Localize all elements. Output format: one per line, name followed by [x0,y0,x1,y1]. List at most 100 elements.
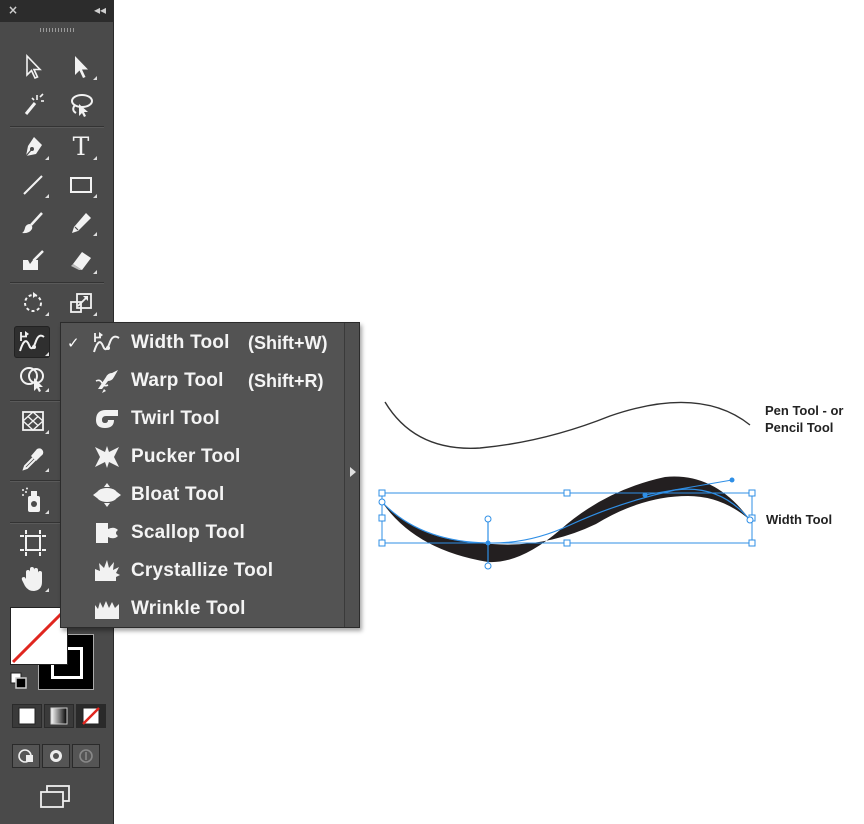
tool-group-corner-icon [45,194,49,198]
menu-item-label: Warp Tool [131,370,224,391]
perspective-grid-tool[interactable] [16,406,50,436]
menu-item-crystallize-tool[interactable]: Crystallize Tool [61,553,346,589]
artwork-canvas [378,401,756,570]
rotate-tool[interactable] [16,288,50,318]
tools-panel-header[interactable]: × ◂◂ [0,0,114,22]
lasso-icon [71,94,93,117]
line-icon [23,175,43,195]
artboard-icon [20,530,46,556]
tool-group-corner-icon [45,312,49,316]
draw-behind-button[interactable] [42,744,70,768]
symbol-sprayer-tool[interactable] [16,486,50,516]
menu-item-label: Scallop Tool [131,522,245,543]
rectangle-tool[interactable] [64,170,98,200]
screen-mode-icon[interactable] [38,784,72,810]
width-tool[interactable] [14,326,50,358]
tool-group-corner-icon [45,588,49,592]
blob-brush-tool[interactable] [16,246,50,276]
menu-item-pucker-tool[interactable]: Pucker Tool [61,439,346,475]
caption-line: Pen Tool - or [765,403,844,418]
rectangle-icon [70,177,92,193]
wrinkle-tool-icon [91,594,123,624]
pen-nib-icon [25,137,42,157]
none-slash-icon [11,608,67,664]
menu-item-twirl-tool[interactable]: Twirl Tool [61,401,346,437]
draw-normal-icon [18,749,33,763]
gradient-mode-button[interactable] [44,704,74,728]
gradient-icon [50,707,68,725]
scallop-tool-icon [91,518,123,548]
width-tool-icon [19,331,45,352]
solid-color-icon [18,707,36,725]
eraser-tool[interactable] [64,246,98,276]
tool-group-corner-icon [45,468,49,472]
selection-tool[interactable] [16,52,50,82]
crystallize-tool-icon [91,556,123,586]
tool-group-corner-icon [93,232,97,236]
caption-line: Pencil Tool [765,420,834,435]
menu-item-label: Width Tool [131,332,230,353]
type-t-icon: T [72,132,90,161]
lasso-tool[interactable] [64,90,98,120]
eyedropper-icon [22,448,44,471]
tearoff-arrow-icon [350,467,356,477]
direct-selection-tool[interactable] [64,52,98,82]
draw-inside-button[interactable] [72,744,100,768]
pen-pencil-stroke[interactable] [384,401,751,449]
twirl-tool-icon [91,404,123,434]
paintbrush-tool[interactable] [16,208,50,238]
perspective-grid-icon [21,411,45,431]
blob-brush-icon [23,250,44,270]
menu-item-width-tool[interactable]: ✓ Width Tool (Shift+W) [61,325,346,361]
menu-item-label: Wrinkle Tool [131,598,246,619]
collapse-panel-icon[interactable]: ◂◂ [94,3,106,17]
tearoff-strip[interactable] [344,323,359,627]
tool-separator [10,282,104,284]
draw-inside-icon [79,749,93,763]
pen-tool[interactable] [16,132,50,162]
color-mode-button[interactable] [12,704,42,728]
menu-item-label: Crystallize Tool [131,560,274,581]
caption-width-tool: Width Tool [766,512,833,527]
paintbrush-icon [22,212,43,234]
line-segment-tool[interactable] [16,170,50,200]
magic-wand-tool[interactable] [16,90,50,120]
direct-selection-arrow-icon [75,56,88,78]
artboard-tool[interactable] [16,528,50,558]
panel-grip-icon[interactable] [40,28,74,32]
pencil-tool[interactable] [64,208,98,238]
shape-builder-tool[interactable] [16,364,50,394]
shape-builder-icon [20,367,44,392]
caption-pen-pencil: Pen Tool - or Pencil Tool [765,402,843,436]
hand-icon [21,567,42,591]
menu-item-bloat-tool[interactable]: Bloat Tool [61,477,346,513]
menu-item-wrinkle-tool[interactable]: Wrinkle Tool [61,591,346,627]
menu-item-scallop-tool[interactable]: Scallop Tool [61,515,346,551]
close-icon[interactable]: × [8,3,18,17]
menu-item-label: Twirl Tool [131,408,220,429]
tool-separator [10,126,104,128]
type-tool[interactable]: T [64,132,98,162]
menu-item-label: Pucker Tool [131,446,241,467]
none-mode-button[interactable] [76,704,106,728]
tool-group-corner-icon [93,270,97,274]
menu-item-warp-tool[interactable]: Warp Tool (Shift+R) [61,363,346,399]
draw-normal-button[interactable] [12,744,40,768]
scale-icon [70,293,92,313]
eraser-icon [71,252,91,270]
tool-group-corner-icon [45,510,49,514]
bloat-tool-icon [91,480,123,510]
menu-item-label: Bloat Tool [131,484,225,505]
pucker-tool-icon [91,442,123,472]
hand-tool[interactable] [16,564,50,594]
default-fill-stroke-icon[interactable] [10,672,28,690]
menu-item-shortcut: (Shift+R) [248,370,324,391]
symbol-sprayer-icon [22,487,40,512]
eyedropper-tool[interactable] [16,444,50,474]
rotate-icon [24,292,42,312]
scale-tool[interactable] [64,288,98,318]
menu-item-shortcut: (Shift+W) [248,332,328,353]
tool-group-corner-icon [45,388,49,392]
width-tool-flyout-menu: ✓ Width Tool (Shift+W) Warp Tool (Shift+… [60,322,360,628]
none-icon [82,707,100,725]
